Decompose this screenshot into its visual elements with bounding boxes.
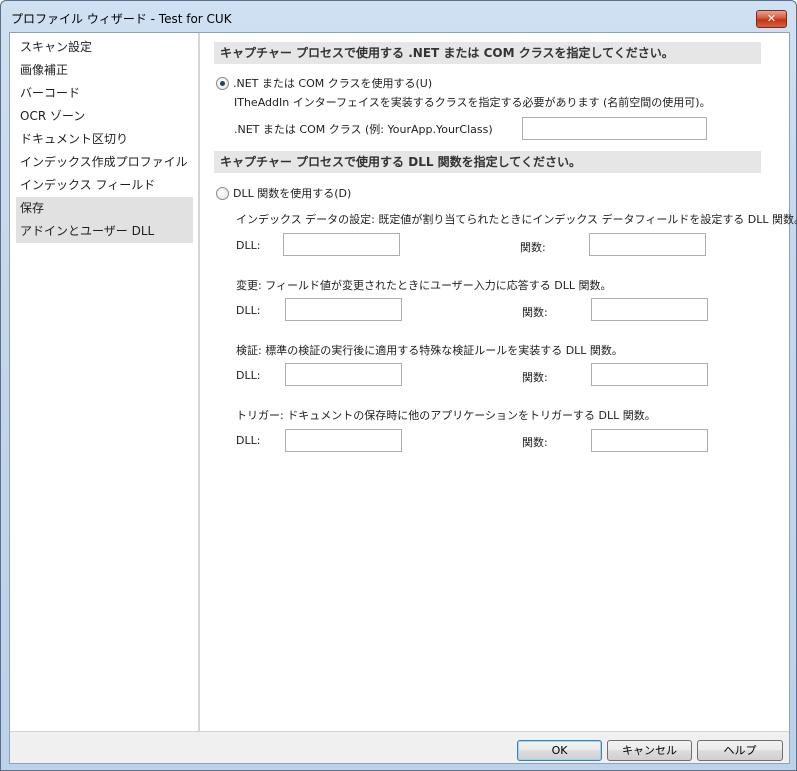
dll-label: DLL: xyxy=(236,369,261,382)
sidebar-item-save[interactable]: 保存 xyxy=(16,197,193,220)
close-icon: ✕ xyxy=(766,12,777,25)
help-button[interactable]: ヘルプ xyxy=(697,740,783,761)
sidebar-item-label: インデックス フィールド xyxy=(20,178,156,192)
validation-dll-description: 検証: 標準の検証の実行後に適用する特殊な検証ルールを実装する DLL 関数。 xyxy=(236,344,623,357)
sidebar-item-label: OCR ゾーン xyxy=(20,109,86,123)
sidebar-item-document-separation[interactable]: ドキュメント区切り xyxy=(16,128,193,151)
validation-dll-input[interactable] xyxy=(285,363,402,386)
dll-label: DLL: xyxy=(236,304,261,317)
wizard-step-list: スキャン設定 画像補正 バーコード OCR ゾーン ドキュメント区切り インデッ… xyxy=(16,36,193,243)
net-class-input[interactable] xyxy=(522,117,707,140)
dialog-window: プロファイル ウィザード - Test for CUK ✕ スキャン設定 画像補… xyxy=(0,0,797,771)
radio-unchecked-icon xyxy=(216,186,229,200)
cancel-button[interactable]: キャンセル xyxy=(607,740,692,761)
ok-button[interactable]: OK xyxy=(517,740,602,761)
net-class-label: .NET または COM クラス (例: YourApp.YourClass) xyxy=(234,123,493,136)
sidebar-item-image-correction[interactable]: 画像補正 xyxy=(16,59,193,82)
close-button[interactable]: ✕ xyxy=(756,10,787,28)
dialog-client-area: スキャン設定 画像補正 バーコード OCR ゾーン ドキュメント区切り インデッ… xyxy=(9,32,797,764)
net-interface-description: ITheAddIn インターフェイスを実装するクラスを指定する必要があります (… xyxy=(234,96,711,109)
sidebar-item-ocr-zone[interactable]: OCR ゾーン xyxy=(16,105,193,128)
sidebar-item-label: ドキュメント区切り xyxy=(20,132,129,146)
function-label: 関数: xyxy=(522,436,548,449)
dialog-button-bar: OK キャンセル ヘルプ xyxy=(10,731,789,763)
use-net-com-radio-label: .NET または COM クラスを使用する(U) xyxy=(233,77,433,90)
validation-function-input[interactable] xyxy=(591,363,708,386)
use-dll-radio[interactable]: DLL 関数を使用する(D) xyxy=(216,185,351,201)
sidebar-item-label: アドインとユーザー DLL xyxy=(20,224,155,238)
trigger-function-input[interactable] xyxy=(591,429,708,452)
net-section-header: キャプチャー プロセスで使用する .NET または COM クラスを指定してくだ… xyxy=(214,42,761,64)
function-label: 関数: xyxy=(520,241,546,254)
index-data-function-input[interactable] xyxy=(589,233,706,256)
index-data-dll-input[interactable] xyxy=(283,233,400,256)
dll-label: DLL: xyxy=(236,434,261,447)
sidebar-item-indexing-profile[interactable]: インデックス作成プロファイル xyxy=(16,151,193,174)
index-data-dll-description: インデックス データの設定: 既定値が割り当てられたときにインデックス データフ… xyxy=(236,213,797,226)
use-dll-radio-label: DLL 関数を使用する(D) xyxy=(233,187,352,200)
sidebar-item-label: 画像補正 xyxy=(20,63,69,77)
sidebar-item-addin-user-dll[interactable]: アドインとユーザー DLL xyxy=(16,220,193,243)
sidebar-item-label: インデックス作成プロファイル xyxy=(20,155,188,169)
dll-label: DLL: xyxy=(236,239,261,252)
window-title: プロファイル ウィザード - Test for CUK xyxy=(11,12,232,26)
title-bar[interactable]: プロファイル ウィザード - Test for CUK ✕ xyxy=(1,1,796,31)
change-dll-input[interactable] xyxy=(285,298,402,321)
sidebar-item-label: バーコード xyxy=(20,86,81,100)
trigger-dll-input[interactable] xyxy=(285,429,402,452)
sidebar-item-barcode[interactable]: バーコード xyxy=(16,82,193,105)
sidebar-item-scan-settings[interactable]: スキャン設定 xyxy=(16,36,193,59)
trigger-dll-description: トリガー: ドキュメントの保存時に他のアプリケーションをトリガーする DLL 関… xyxy=(236,409,656,422)
radio-checked-icon xyxy=(216,76,229,90)
change-dll-description: 変更: フィールド値が変更されたときにユーザー入力に応答する DLL 関数。 xyxy=(236,279,612,292)
main-panel: キャプチャー プロセスで使用する .NET または COM クラスを指定してくだ… xyxy=(200,33,797,731)
change-function-input[interactable] xyxy=(591,298,708,321)
use-net-com-radio[interactable]: .NET または COM クラスを使用する(U) xyxy=(216,75,432,91)
function-label: 関数: xyxy=(522,306,548,319)
dll-section-header: キャプチャー プロセスで使用する DLL 関数を指定してください。 xyxy=(214,151,761,173)
sidebar-item-label: スキャン設定 xyxy=(20,40,93,54)
sidebar-item-index-fields[interactable]: インデックス フィールド xyxy=(16,174,193,197)
sidebar-item-label: 保存 xyxy=(20,201,45,215)
function-label: 関数: xyxy=(522,371,548,384)
